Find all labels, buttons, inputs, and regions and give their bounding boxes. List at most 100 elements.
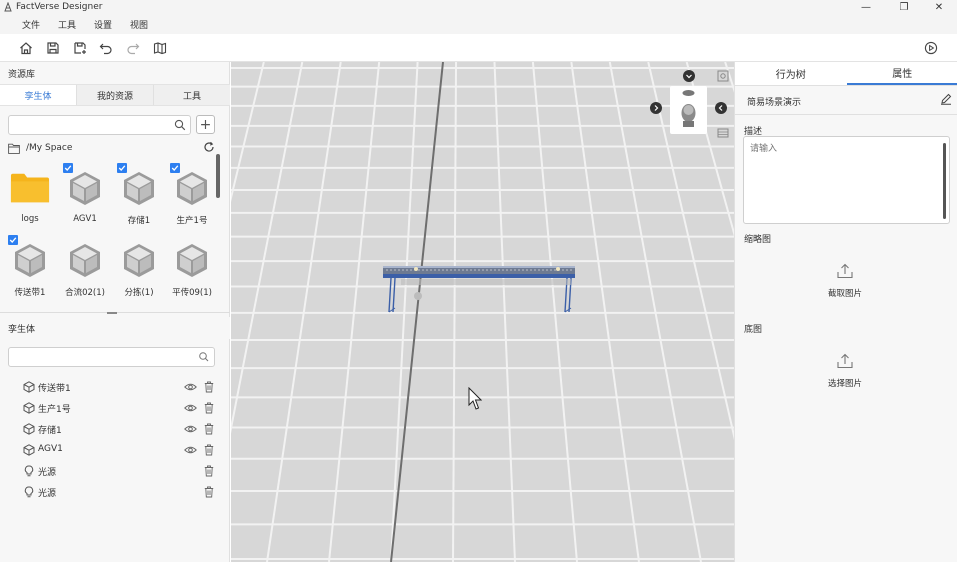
menu-view[interactable]: 视图 [130, 18, 148, 31]
check-icon [9, 237, 17, 243]
description-scrollbar[interactable] [943, 143, 946, 219]
asset-label: AGV1 [73, 214, 97, 224]
folder-icon [10, 173, 50, 203]
asset-item[interactable]: 传送带1 [5, 235, 55, 300]
asset-folder[interactable]: logs [5, 166, 55, 228]
resource-search-input[interactable] [9, 116, 190, 134]
bulb-icon [24, 465, 34, 477]
asset-label: 存储1 [127, 216, 151, 226]
twin-row[interactable]: AGV1 [0, 440, 230, 460]
close-button[interactable]: ✕ [922, 0, 956, 14]
twin-label: AGV1 [38, 444, 63, 454]
home-icon [20, 42, 32, 55]
capture-image-button[interactable]: 截取图片 [775, 263, 915, 303]
description-box [743, 136, 950, 224]
panel-splitter[interactable] [0, 312, 230, 316]
camera-settings-icon[interactable] [717, 70, 729, 82]
capture-image-label: 截取图片 [827, 289, 862, 299]
asset-checkbox[interactable] [8, 235, 18, 245]
current-path: /My Space [26, 143, 73, 153]
twin-label: 生产1号 [38, 405, 71, 415]
asset-grid-scrollbar[interactable] [216, 154, 220, 198]
asset-checkbox[interactable] [63, 163, 73, 173]
save-as-button[interactable] [72, 40, 88, 56]
layers-icon[interactable] [717, 128, 729, 138]
map-button[interactable] [152, 40, 168, 56]
upload-icon [837, 353, 853, 369]
menu-tools[interactable]: 工具 [58, 18, 76, 31]
restore-button[interactable]: ❐ [887, 0, 921, 14]
twin-cube-icon [23, 423, 35, 435]
edit-icon[interactable] [940, 93, 952, 105]
chevron-left-icon [718, 105, 723, 111]
twin-row[interactable]: 生产1号 [0, 398, 230, 418]
view-cube[interactable] [670, 86, 707, 134]
tab-my-resources[interactable]: 我的资源 [77, 85, 154, 105]
twin-cube-icon [23, 381, 35, 393]
check-icon [64, 165, 72, 171]
tab-twins[interactable]: 孪生体 [0, 85, 77, 105]
twin-search-input[interactable] [9, 348, 214, 366]
twin-search [8, 347, 215, 367]
view-left-button[interactable] [715, 102, 727, 114]
menu-file[interactable]: 文件 [22, 18, 40, 31]
twin-label: 传送带1 [38, 384, 71, 394]
twin-row[interactable]: 光源 [0, 482, 230, 502]
home-button[interactable] [18, 40, 34, 56]
redo-button[interactable] [125, 40, 141, 56]
add-resource-button[interactable]: + [196, 115, 215, 134]
asset-checkbox[interactable] [170, 163, 180, 173]
save-icon [47, 42, 59, 54]
asset-item[interactable]: AGV1 [60, 163, 110, 228]
twin-row[interactable]: 存储1 [0, 419, 230, 439]
asset-label: 传送带1 [14, 288, 46, 298]
search-icon[interactable] [198, 351, 210, 363]
asset-thumbnail [65, 238, 105, 282]
trash-icon[interactable] [204, 402, 214, 414]
cube-icon [177, 244, 207, 277]
trash-icon[interactable] [204, 423, 214, 435]
trash-icon[interactable] [204, 444, 214, 456]
menu-settings[interactable]: 设置 [94, 18, 112, 31]
eye-icon[interactable] [184, 381, 197, 393]
eye-icon[interactable] [184, 402, 197, 414]
trash-icon[interactable] [204, 381, 214, 393]
twins-header: 孪生体 [0, 317, 230, 339]
asset-item[interactable]: 生产1号 [167, 163, 217, 228]
trash-icon[interactable] [204, 465, 214, 477]
conveyor-model[interactable] [381, 262, 577, 316]
minimize-button[interactable]: — [849, 0, 883, 14]
trash-icon[interactable] [204, 486, 214, 498]
undo-icon [99, 43, 112, 55]
description-input[interactable] [750, 141, 940, 221]
tab-properties[interactable]: 属性 [846, 62, 957, 85]
asset-checkbox[interactable] [117, 163, 127, 173]
view-head-icon [681, 90, 696, 127]
scene-viewport[interactable] [231, 62, 734, 562]
play-button[interactable] [923, 40, 939, 56]
upload-icon [837, 263, 853, 279]
twin-row[interactable]: 光源 [0, 461, 230, 481]
tab-behavior-tree[interactable]: 行为树 [735, 62, 847, 85]
title-bar: FactVerse Designer [0, 0, 957, 14]
eye-icon[interactable] [184, 423, 197, 435]
view-down-button[interactable] [683, 70, 695, 82]
splitter-grip[interactable] [107, 312, 117, 314]
cube-icon [177, 172, 207, 205]
search-icon[interactable] [174, 119, 186, 131]
redo-icon [127, 43, 140, 55]
view-right-button[interactable] [650, 102, 662, 114]
scene-name: 简易场景演示 [747, 98, 802, 108]
select-image-button[interactable]: 选择图片 [775, 353, 915, 393]
thumbnail-label: 缩略图 [744, 235, 772, 245]
save-button[interactable] [45, 40, 61, 56]
asset-item[interactable]: 平传09(1) [167, 238, 217, 300]
eye-icon[interactable] [184, 444, 197, 456]
undo-button[interactable] [98, 40, 114, 56]
asset-item[interactable]: 分拣(1) [114, 238, 164, 300]
refresh-icon[interactable] [203, 141, 215, 153]
asset-item[interactable]: 存储1 [114, 163, 164, 228]
asset-item[interactable]: 合流02(1) [60, 238, 110, 300]
twin-row[interactable]: 传送带1 [0, 377, 230, 397]
tab-tools[interactable]: 工具 [154, 85, 230, 105]
